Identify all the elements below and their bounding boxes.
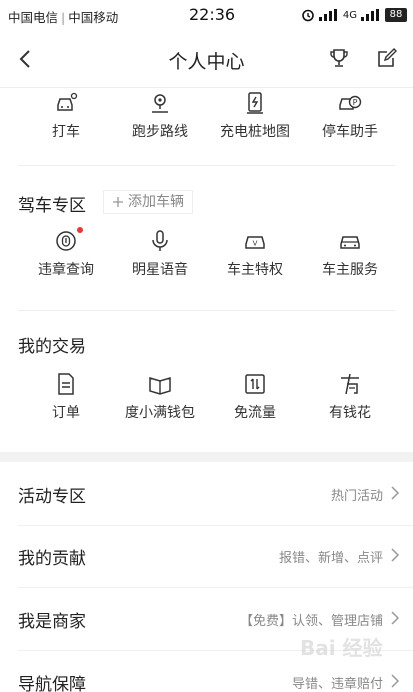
tool-label: 停车助手 — [322, 124, 378, 140]
carrier-separator: | — [61, 10, 66, 25]
trade-loan[interactable]: 有钱花 — [300, 372, 400, 432]
trade-label: 有钱花 — [329, 405, 371, 421]
carrier-2: 中国移动 — [68, 10, 119, 25]
chevron-right-icon — [389, 548, 401, 562]
order-icon — [54, 372, 78, 396]
add-vehicle-label: 添加车辆 — [128, 194, 184, 210]
divider — [18, 165, 395, 166]
driving-label: 明星语音 — [132, 262, 188, 278]
tool-parking[interactable]: P 停车助手 — [300, 91, 400, 151]
carrier-info: 中国电信 | 中国移动 — [8, 7, 118, 26]
driving-row: 违章查询 明星语音 V 车主特权 车主服务 — [0, 227, 413, 289]
driving-privilege[interactable]: V 车主特权 — [205, 229, 305, 289]
tool-charging[interactable]: 充电桩地图 — [205, 91, 305, 151]
run-route-icon — [148, 91, 172, 115]
list-desc: 导错、违章赔付 — [291, 677, 383, 692]
loan-icon — [338, 372, 362, 396]
driving-label: 车主服务 — [322, 262, 378, 278]
chevron-right-icon — [389, 611, 401, 625]
driving-label: 车主特权 — [227, 262, 283, 278]
free-data-icon — [243, 372, 267, 396]
tool-label: 打车 — [52, 124, 80, 140]
trade-wallet[interactable]: 度小满钱包 — [110, 372, 210, 432]
car-service-icon — [338, 229, 362, 253]
trade-label: 度小满钱包 — [125, 405, 195, 421]
nav-bar: 个人中心 — [0, 30, 413, 88]
trophy-icon[interactable] — [328, 47, 350, 69]
driving-label: 违章查询 — [38, 262, 94, 278]
add-vehicle-button[interactable]: 添加车辆 — [103, 190, 193, 214]
edit-icon[interactable] — [376, 47, 398, 69]
svg-text:V: V — [253, 240, 258, 248]
section-title-driving: 驾车专区 — [18, 196, 86, 216]
list-desc: 报错、新增、点评 — [278, 551, 383, 566]
network-type: 4G — [342, 9, 357, 21]
violation-query-icon — [54, 229, 78, 253]
trade-label: 订单 — [52, 405, 80, 421]
driving-violation-query[interactable]: 违章查询 — [16, 227, 116, 289]
carrier-1: 中国电信 — [8, 10, 59, 25]
section-title-trade: 我的交易 — [18, 337, 86, 357]
status-time: 22:36 — [189, 5, 236, 24]
divider — [18, 587, 413, 588]
parking-icon: P — [338, 91, 362, 115]
status-indicators: 4G 88 — [301, 7, 407, 23]
list-title: 我的贡献 — [18, 549, 86, 569]
list-title: 活动专区 — [18, 487, 86, 507]
status-bar: 中国电信 | 中国移动 22:36 4G 88 — [0, 0, 413, 30]
top-tools-row: 打车 跑步路线 充电桩地图 P 停车助手 — [0, 91, 413, 151]
plus-icon — [112, 196, 124, 208]
list-item-contribution[interactable]: 我的贡献 报错、新增、点评 — [0, 526, 413, 588]
charging-pile-icon — [243, 91, 267, 115]
trade-order[interactable]: 订单 — [16, 372, 116, 432]
signal-icon-2 — [361, 9, 381, 21]
list-desc: 热门活动 — [330, 489, 383, 504]
tool-run-route[interactable]: 跑步路线 — [110, 91, 210, 151]
microphone-icon — [148, 229, 172, 253]
tool-label: 充电桩地图 — [220, 124, 290, 140]
driving-service[interactable]: 车主服务 — [300, 229, 400, 289]
page-title: 个人中心 — [168, 51, 245, 73]
car-privilege-icon: V — [243, 229, 267, 253]
divider — [18, 310, 395, 311]
chevron-right-icon — [389, 674, 401, 688]
signal-icon — [318, 9, 339, 21]
alarm-icon — [301, 8, 315, 22]
watermark: Bai 经验 — [300, 636, 383, 660]
trade-label: 免流量 — [234, 405, 276, 421]
wallet-icon — [148, 372, 172, 396]
list-title: 我是商家 — [18, 612, 86, 632]
taxi-icon — [54, 91, 78, 115]
svg-text:P: P — [353, 98, 358, 107]
notification-dot — [77, 227, 83, 233]
tool-taxi[interactable]: 打车 — [16, 91, 116, 151]
battery-icon: 88 — [385, 8, 407, 22]
trade-free-data[interactable]: 免流量 — [205, 372, 305, 432]
trade-row: 订单 度小满钱包 免流量 有钱花 — [0, 372, 413, 432]
tool-label: 跑步路线 — [132, 124, 188, 140]
chevron-right-icon — [389, 486, 401, 500]
list-desc: 【免费】认领、管理店铺 — [239, 614, 383, 629]
list-title: 导航保障 — [18, 675, 86, 692]
list-item-activity[interactable]: 活动专区 热门活动 — [0, 464, 413, 526]
driving-star-voice[interactable]: 明星语音 — [110, 229, 210, 289]
section-gap — [0, 452, 413, 462]
